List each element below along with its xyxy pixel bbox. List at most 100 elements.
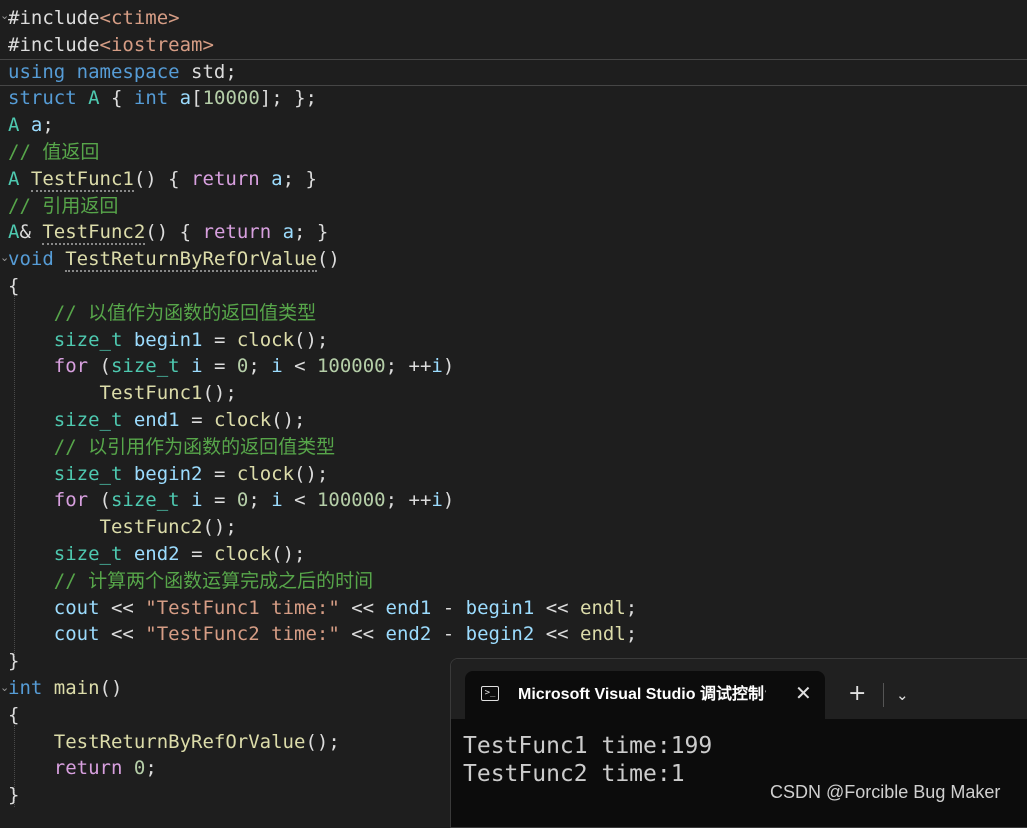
code-token: "TestFunc2 time:" [145,623,340,646]
code-line[interactable]: // 引用返回 [8,193,118,220]
code-line[interactable]: TestReturnByRefOrValue(); [8,729,340,756]
code-line[interactable]: for (size_t i = 0; i < 100000; ++i) [8,353,455,380]
code-token: [ [191,87,203,110]
code-token: ( [88,355,111,378]
code-token: // 值返回 [8,141,100,163]
code-token: << [534,596,581,619]
code-token: << [534,623,581,646]
code-token: 0 [236,355,249,378]
code-token: size_t [53,409,123,431]
code-token: struct [8,87,77,110]
code-token: - [431,623,466,646]
code-line[interactable]: struct A { int a[10000]; }; [8,85,317,112]
code-token: a [30,114,43,137]
code-token: i [191,355,203,378]
code-line[interactable]: } [8,782,19,809]
code-token: () { [133,167,192,190]
code-token: A [88,87,100,110]
code-line[interactable]: TestFunc2(); [8,514,237,541]
code-token: ; ++ [385,489,432,512]
code-token: (); [202,382,237,405]
code-token: (); [202,516,237,539]
code-token: ) [442,355,455,378]
code-line[interactable]: #include<ctime> [8,5,180,32]
code-token: size_t [53,462,123,485]
code-line[interactable]: cout << "TestFunc1 time:" << end1 - begi… [8,595,637,622]
code-line[interactable]: // 以引用作为函数的返回值类型 [8,434,335,461]
code-token: () [99,677,123,699]
code-token: int [8,677,43,699]
code-token: clock [236,328,295,351]
code-token: A [8,114,20,137]
code-token: a [179,87,192,110]
console-tab-title: Microsoft Visual Studio 调试控制台 [518,686,766,703]
chevron-down-icon[interactable]: ⌄ [896,683,909,707]
code-token: return [191,167,260,190]
code-token: // 计算两个函数运算完成之后的时间 [53,569,374,592]
code-token: end1 [385,596,432,619]
code-line[interactable]: } [8,648,19,675]
code-line[interactable]: A& TestFunc2() { return a; } [8,219,328,246]
code-token: "TestFunc1 time:" [145,596,340,619]
code-line[interactable]: A TestFunc1() { return a; } [8,166,317,193]
close-icon[interactable]: ✕ [795,682,812,704]
code-token: cout [53,596,100,619]
code-token: < [282,489,317,512]
code-token: #include [8,33,100,56]
code-line[interactable]: A a; [8,112,54,139]
code-line[interactable]: cout << "TestFunc2 time:" << end2 - begi… [8,621,637,648]
code-line[interactable]: size_t end2 = clock(); [8,541,306,568]
code-token: 100000 [316,489,386,512]
new-tab-button[interactable]: + [848,681,866,707]
code-token: // 引用返回 [8,194,119,217]
code-line[interactable]: // 计算两个函数运算完成之后的时间 [8,568,373,595]
code-token: cout [53,623,100,646]
code-line[interactable]: int main() [8,675,122,702]
code-token: << [99,596,146,619]
code-token: 0 [236,489,249,512]
code-token: // 以引用作为函数的返回值类型 [53,435,336,458]
code-token: 0 [133,757,146,780]
console-tab[interactable]: >_ Microsoft Visual Studio 调试控制台 ✕ [465,671,825,719]
code-token: = [179,409,214,431]
code-line[interactable]: size_t begin1 = clock(); [8,327,329,354]
code-token: TestFunc1 [99,382,203,405]
code-line[interactable]: #include<iostream> [8,32,214,59]
code-line[interactable]: using namespace std; [8,59,237,86]
code-token: for [53,489,89,512]
code-line[interactable]: { [8,273,19,300]
code-token: A [8,167,20,190]
code-line[interactable]: TestFunc1(); [8,380,237,407]
code-token: << [339,623,386,646]
code-token: end2 [133,543,180,565]
console-titlebar[interactable]: >_ Microsoft Visual Studio 调试控制台 ✕ + ⌄ [451,659,1027,719]
code-line[interactable]: size_t begin2 = clock(); [8,461,329,488]
code-token: = [202,489,237,512]
code-token: = [202,328,237,351]
code-token: <iostream> [99,33,214,56]
code-token: TestFunc1 [30,167,134,192]
code-token: ; [248,355,272,378]
code-line[interactable]: void TestReturnByRefOrValue() [8,246,340,273]
code-line[interactable]: // 以值作为函数的返回值类型 [8,300,316,327]
code-line[interactable]: return 0; [8,755,157,782]
code-line[interactable]: for (size_t i = 0; i < 100000; ++i) [8,487,455,514]
code-token: endl [580,596,626,619]
code-line[interactable]: { [8,702,19,729]
code-token: << [99,623,146,646]
code-token: for [53,355,89,378]
code-line[interactable]: // 值返回 [8,139,99,166]
code-line[interactable]: size_t end1 = clock(); [8,407,306,434]
